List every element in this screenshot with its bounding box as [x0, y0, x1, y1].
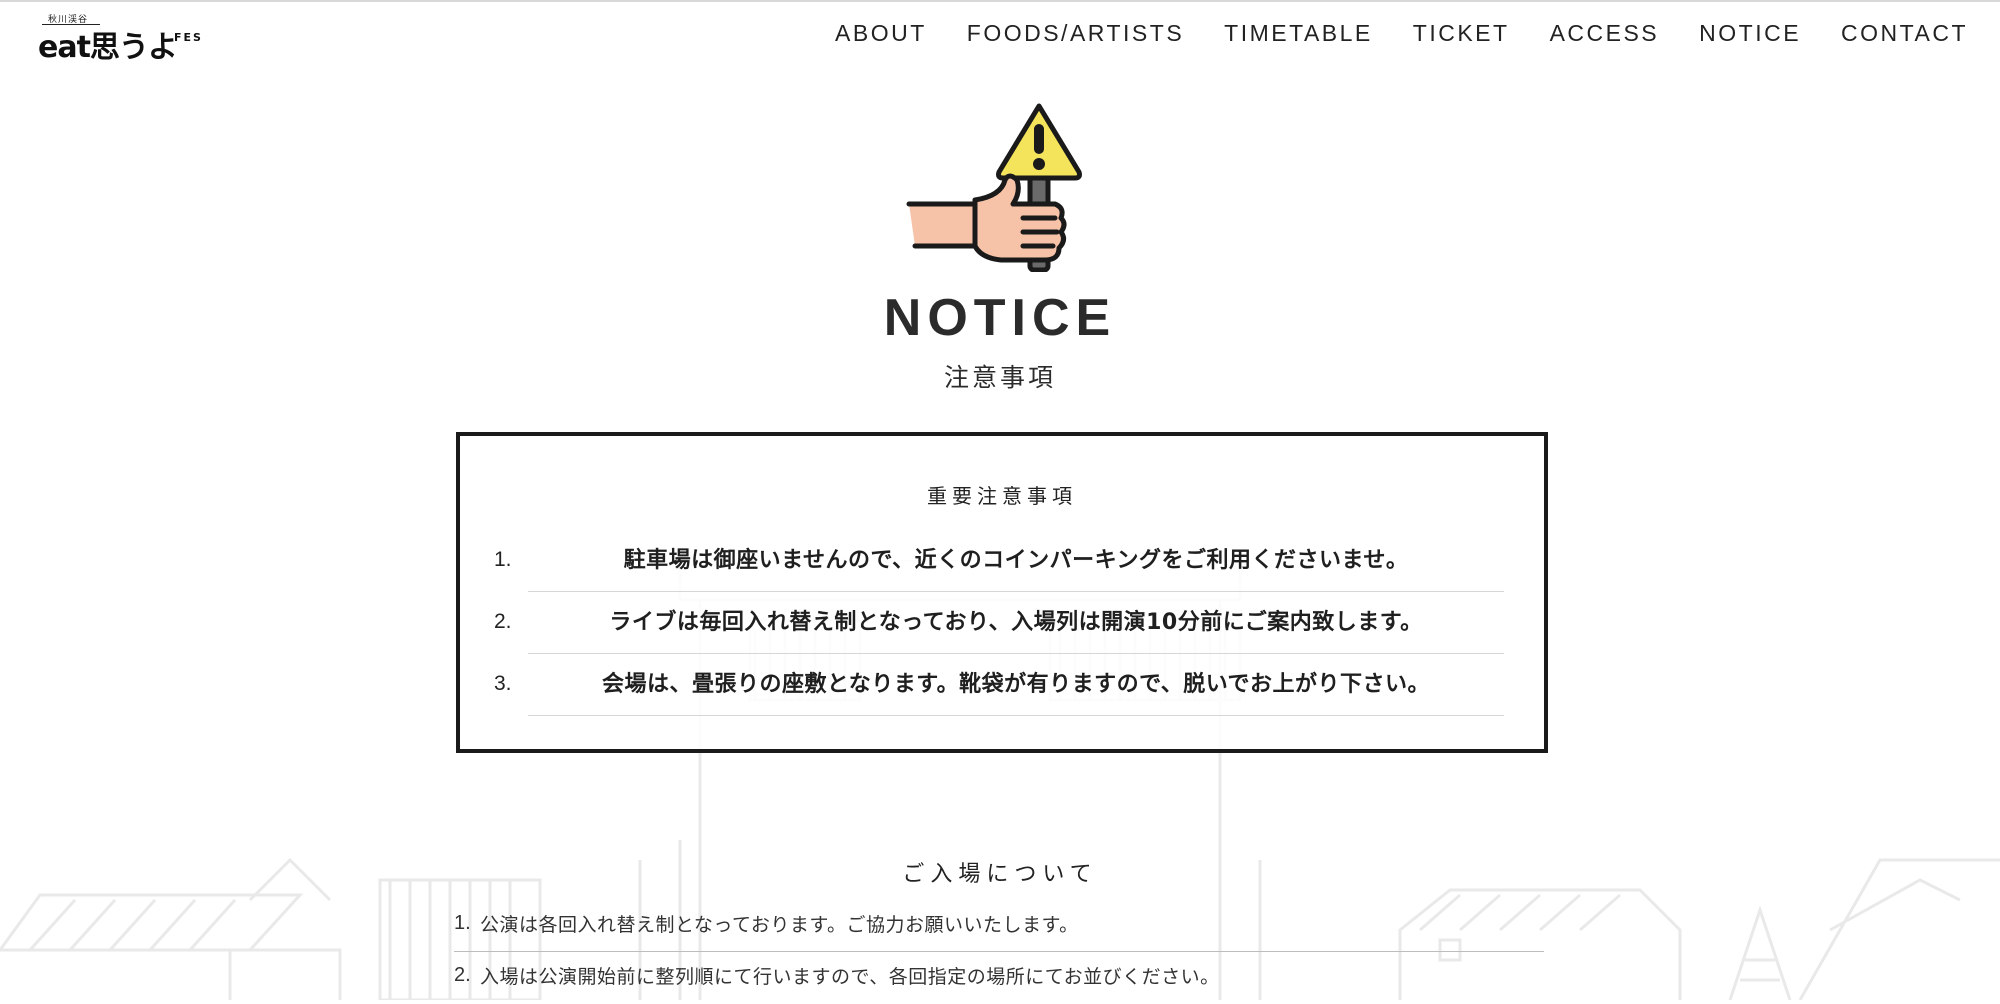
important-item-2: 2. ライブは毎回入れ替え制となっており、入場列は開演10分前にご案内致します。 — [460, 592, 1544, 654]
logo-fes: FES — [174, 31, 203, 44]
item-number: 1. — [454, 912, 471, 934]
item-number: 1. — [494, 548, 512, 571]
item-text: 会場は、畳張りの座敷となります。靴袋が有りますので、脱いでお上がり下さい。 — [601, 672, 1431, 697]
item-number: 2. — [454, 964, 471, 986]
important-item-3: 3. 会場は、畳張りの座敷となります。靴袋が有りますので、脱いでお上がり下さい。 — [460, 654, 1544, 716]
logo-wordmark: eat思うよ — [38, 30, 178, 65]
hand-holding-warning-sign-icon — [906, 103, 1082, 272]
site-logo[interactable]: 秋川渓谷 eat思うよ FES — [38, 12, 218, 65]
admission-item-1: 1. 公演は各回入れ替え制となっております。ご協力お願いいたします。 — [454, 902, 1544, 952]
item-number: 2. — [494, 610, 512, 633]
nav-access[interactable]: ACCESS — [1550, 20, 1660, 47]
item-text: 公演は各回入れ替え制となっております。ご協力お願いいたします。 — [480, 914, 1079, 936]
page-subtitle: 注意事項 — [943, 363, 1056, 392]
admission-item-2: 2. 入場は公演開始前に整列順にて行いますので、各回指定の場所にてお並びください… — [454, 954, 1544, 1004]
top-border — [0, 0, 2000, 2]
important-notice-title: 重要注意事項 — [927, 484, 1077, 508]
nav-ticket[interactable]: TICKET — [1413, 20, 1510, 47]
nav-foods-artists[interactable]: FOODS/ARTISTS — [967, 20, 1184, 47]
item-text: 駐車場は御座いませんので、近くのコインパーキングをご利用くださいませ。 — [623, 548, 1409, 573]
divider — [454, 951, 1544, 952]
admission-heading: ご入場について — [902, 862, 1098, 887]
item-number: 3. — [494, 672, 512, 695]
important-notice-box: 重要注意事項 1. 駐車場は御座いませんので、近くのコインパーキングをご利用くだ… — [456, 432, 1548, 753]
item-text: ライブは毎回入れ替え制となっており、入場列は開演10分前にご案内致します。 — [609, 610, 1423, 635]
important-item-1: 1. 駐車場は御座いませんので、近くのコインパーキングをご利用くださいませ。 — [460, 530, 1544, 592]
item-text: 入場は公演開始前に整列順にて行いますので、各回指定の場所にてお並びください。 — [480, 966, 1220, 988]
nav-timetable[interactable]: TIMETABLE — [1224, 20, 1373, 47]
divider — [528, 715, 1504, 716]
nav-notice[interactable]: NOTICE — [1699, 20, 1801, 47]
page-title: NOTICE — [883, 289, 1117, 347]
nav-about[interactable]: ABOUT — [835, 20, 927, 47]
main-navigation: ABOUT FOODS/ARTISTS TIMETABLE TICKET ACC… — [795, 20, 1968, 47]
nav-contact[interactable]: CONTACT — [1841, 20, 1968, 47]
